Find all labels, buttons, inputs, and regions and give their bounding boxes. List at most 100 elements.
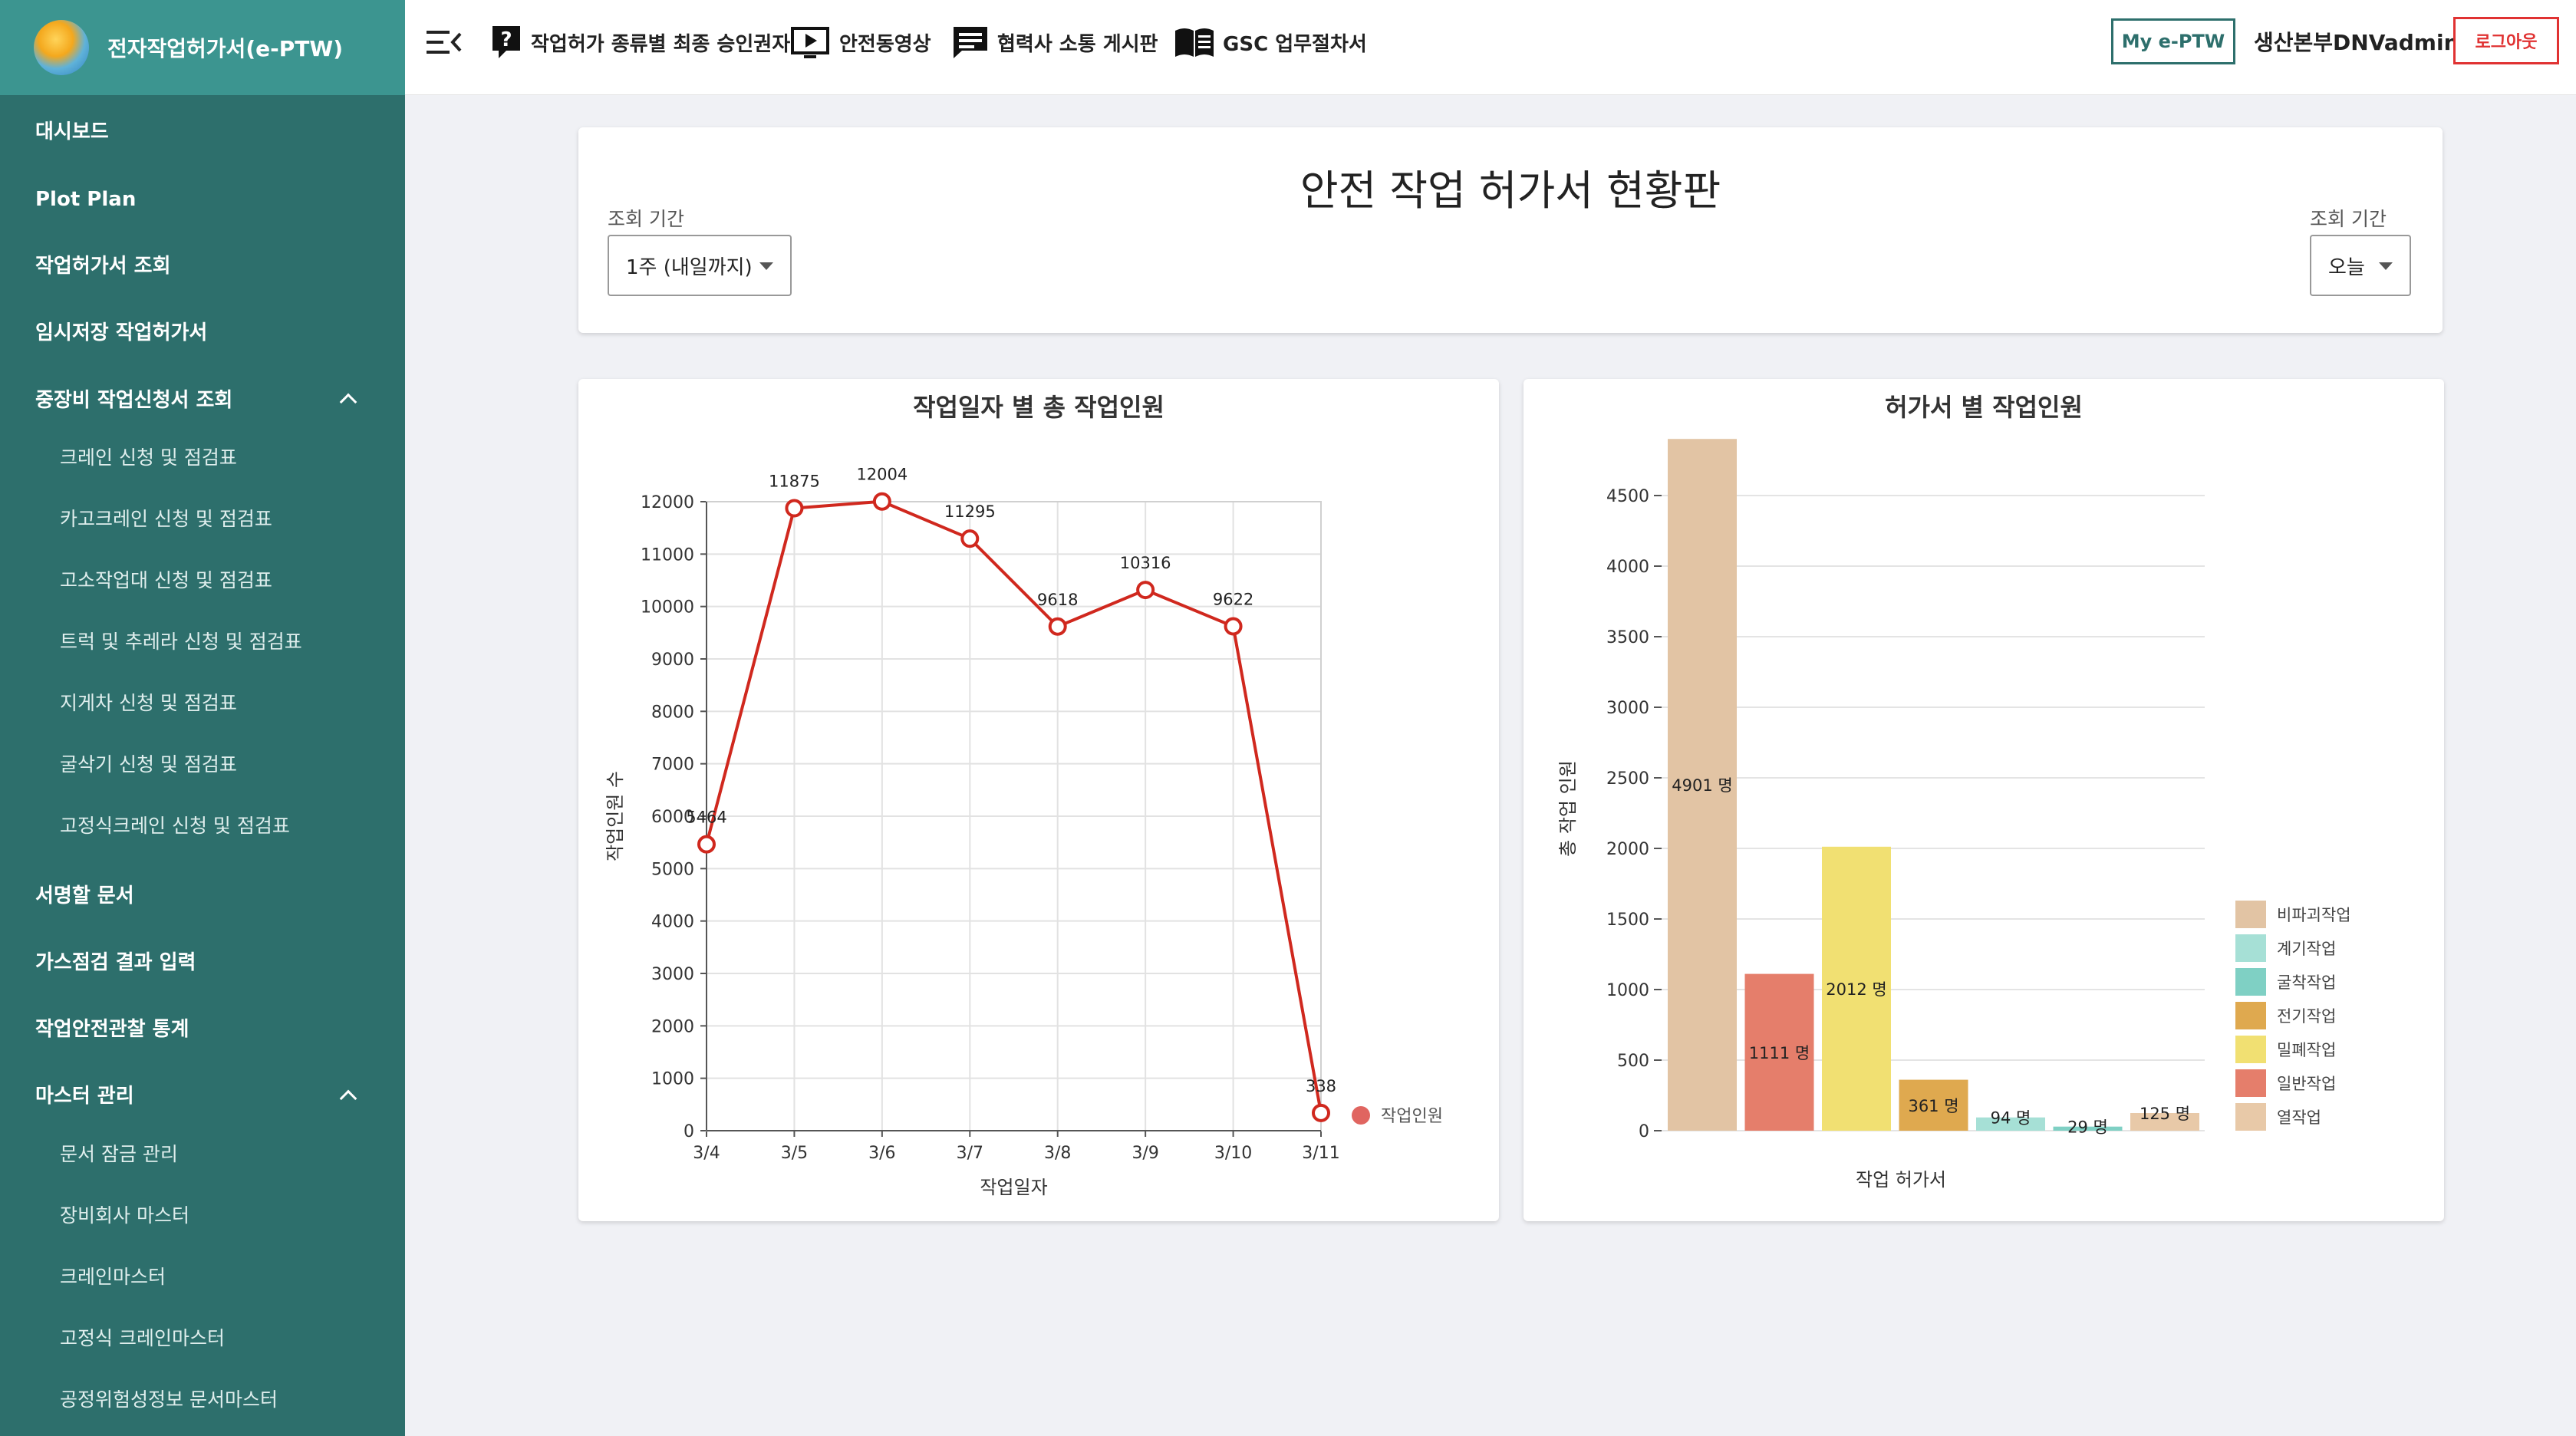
data-label: 12004	[856, 466, 908, 484]
data-label: 11295	[944, 502, 996, 521]
legend-swatch	[2235, 901, 2266, 928]
data-label: 2012 명	[1826, 980, 1886, 999]
data-label: 9622	[1213, 590, 1253, 608]
y-axis-label: 작업인원 수	[604, 771, 626, 861]
nav-final-approver[interactable]: ? 작업허가 종류별 최종 승인권자	[489, 23, 790, 61]
data-label: 94 명	[1991, 1109, 2031, 1128]
line-chart-card: 작업일자 별 총 작업인원 0 1000 2000 3000 4000 5000 6000 7…	[578, 379, 1499, 1221]
sidebar-item-master[interactable]: 마스터 관리	[35, 1083, 134, 1109]
legend-swatch	[2235, 934, 2266, 962]
nav-partner-board[interactable]: 협력사 소통 게시판	[951, 23, 1158, 61]
brand[interactable]: 전자작업허가서(e-PTW)	[0, 0, 405, 95]
period-select-right-value: 오늘	[2328, 255, 2365, 279]
y-tick-label: 4500	[1606, 487, 1649, 506]
nav-safety-video[interactable]: 안전동영상	[790, 23, 931, 61]
legend-swatch	[2235, 1002, 2266, 1029]
sidebar-item-safety-stats[interactable]: 작업안전관찰 통계	[35, 1016, 189, 1042]
y-tick-label: 500	[1617, 1052, 1649, 1071]
sidebar-item-dashboard[interactable]: 대시보드	[35, 119, 109, 145]
book-icon	[1175, 28, 1214, 57]
y-axis-label: 총 작업 인원	[1557, 760, 1579, 857]
data-label: 11875	[769, 473, 820, 491]
legend-label: 일반작업	[2277, 1075, 2336, 1093]
bar-chart-card: 허가서 별 작업인원 0 500 1000 1500 2000 2500 3000 3500 4…	[1524, 379, 2444, 1221]
data-label: 1111 명	[1749, 1044, 1810, 1062]
legend-label: 굴착작업	[2277, 973, 2336, 992]
legend-swatch	[2235, 968, 2266, 996]
data-label: 361 명	[1908, 1097, 1958, 1115]
legend-swatch	[2235, 1069, 2266, 1097]
y-tick-label: 1500	[1606, 911, 1649, 930]
y-tick-label: 7000	[651, 756, 694, 775]
sidebar-item-gas-check[interactable]: 가스점검 결과 입력	[35, 950, 196, 976]
sidebar-subitem[interactable]: 고소작업대 신청 및 점검표	[60, 568, 272, 594]
logout-button[interactable]: 로그아웃	[2453, 17, 2559, 64]
data-point	[872, 492, 891, 511]
period-select-left[interactable]: 1주 (내일까지)	[608, 235, 792, 296]
dropdown-arrow-icon	[2379, 262, 2393, 270]
legend-swatch	[1352, 1106, 1370, 1125]
data-point	[1312, 1103, 1330, 1122]
svg-text:?: ?	[500, 28, 512, 51]
menu-collapse-icon[interactable]	[427, 29, 462, 55]
y-tick-label: 3000	[1606, 699, 1649, 718]
user-name: 생산본부DNVadmin	[2254, 30, 2459, 55]
y-tick-label: 2500	[1606, 769, 1649, 789]
chevron-up-icon[interactable]	[339, 393, 357, 411]
legend-label: 작업인원	[1381, 1107, 1443, 1126]
sidebar-item-permit-search[interactable]: 작업허가서 조회	[35, 253, 171, 279]
legend-swatch	[2235, 1036, 2266, 1063]
nav-label: GSC 업무절차서	[1223, 32, 1367, 56]
x-axis-label: 작업일자	[980, 1177, 1047, 1198]
sidebar-subitem[interactable]: 공정위험성정보 문서마스터	[60, 1387, 278, 1413]
x-tick-label: 3/9	[1132, 1144, 1158, 1163]
chat-bubble-icon	[954, 27, 987, 58]
data-point	[960, 529, 980, 548]
y-tick-label: 11000	[641, 545, 694, 565]
sidebar-subitem[interactable]: 고정식 크레인마스터	[60, 1326, 225, 1352]
legend-label: 열작업	[2277, 1108, 2321, 1127]
sidebar: 전자작업허가서(e-PTW) 대시보드 Plot Plan 작업허가서 조회 임…	[0, 0, 405, 1436]
nav-label: 안전동영상	[839, 32, 931, 56]
sidebar-subitem[interactable]: 굴삭기 신청 및 점검표	[60, 752, 237, 778]
data-label: 10316	[1120, 554, 1171, 572]
sidebar-subitem[interactable]: 지게차 신청 및 점검표	[60, 690, 237, 716]
sidebar-item-temp-saved[interactable]: 임시저장 작업허가서	[35, 320, 207, 346]
sidebar-item-equipment-requests[interactable]: 중장비 작업신청서 조회	[35, 387, 232, 413]
y-tick-label: 4000	[651, 913, 694, 932]
legend-label: 밀폐작업	[2277, 1041, 2336, 1059]
legend-label: 비파괴작업	[2277, 906, 2351, 924]
sidebar-subitem[interactable]: 카고크레인 신청 및 점검표	[60, 506, 272, 532]
y-tick-label: 1000	[651, 1070, 694, 1089]
sidebar-subitem[interactable]: 장비회사 마스터	[60, 1203, 189, 1229]
sidebar-subitem[interactable]: 크레인 신청 및 점검표	[60, 445, 237, 471]
x-tick-label: 3/7	[957, 1144, 983, 1163]
period-select-right[interactable]: 오늘	[2310, 235, 2411, 296]
data-point	[1048, 617, 1067, 636]
y-tick-label: 1000	[1606, 981, 1649, 1000]
data-label: 4901 명	[1672, 776, 1732, 795]
sidebar-subitem[interactable]: 트럭 및 추레라 신청 및 점검표	[60, 629, 302, 655]
x-tick-label: 3/8	[1044, 1144, 1071, 1163]
period-label-left: 조회 기간	[608, 208, 684, 230]
x-tick-label: 3/5	[781, 1144, 808, 1163]
legend-label: 계기작업	[2277, 940, 2336, 958]
my-ptw-button[interactable]: My e-PTW	[2111, 18, 2235, 64]
y-tick-label: 2000	[651, 1017, 694, 1036]
data-label: 29 명	[2067, 1118, 2108, 1137]
y-tick-label: 10000	[641, 598, 694, 618]
sidebar-subitem[interactable]: 문서 잠금 관리	[60, 1141, 178, 1168]
app-title: 전자작업허가서(e-PTW)	[107, 36, 344, 61]
question-bubble-icon: ?	[492, 26, 520, 58]
y-tick-label: 2000	[1606, 840, 1649, 859]
y-tick-label: 4000	[1606, 558, 1649, 577]
x-tick-label: 3/10	[1214, 1144, 1252, 1163]
sidebar-item-plot-plan[interactable]: Plot Plan	[35, 186, 136, 212]
chevron-up-icon[interactable]	[339, 1089, 357, 1108]
sidebar-item-to-sign[interactable]: 서명할 문서	[35, 883, 134, 909]
data-point	[697, 835, 716, 854]
legend-swatch	[2235, 1103, 2266, 1131]
sidebar-subitem[interactable]: 크레인마스터	[60, 1264, 166, 1290]
sidebar-subitem[interactable]: 고정식크레인 신청 및 점검표	[60, 813, 290, 839]
nav-gsc-procedure[interactable]: GSC 업무절차서	[1174, 23, 1367, 61]
